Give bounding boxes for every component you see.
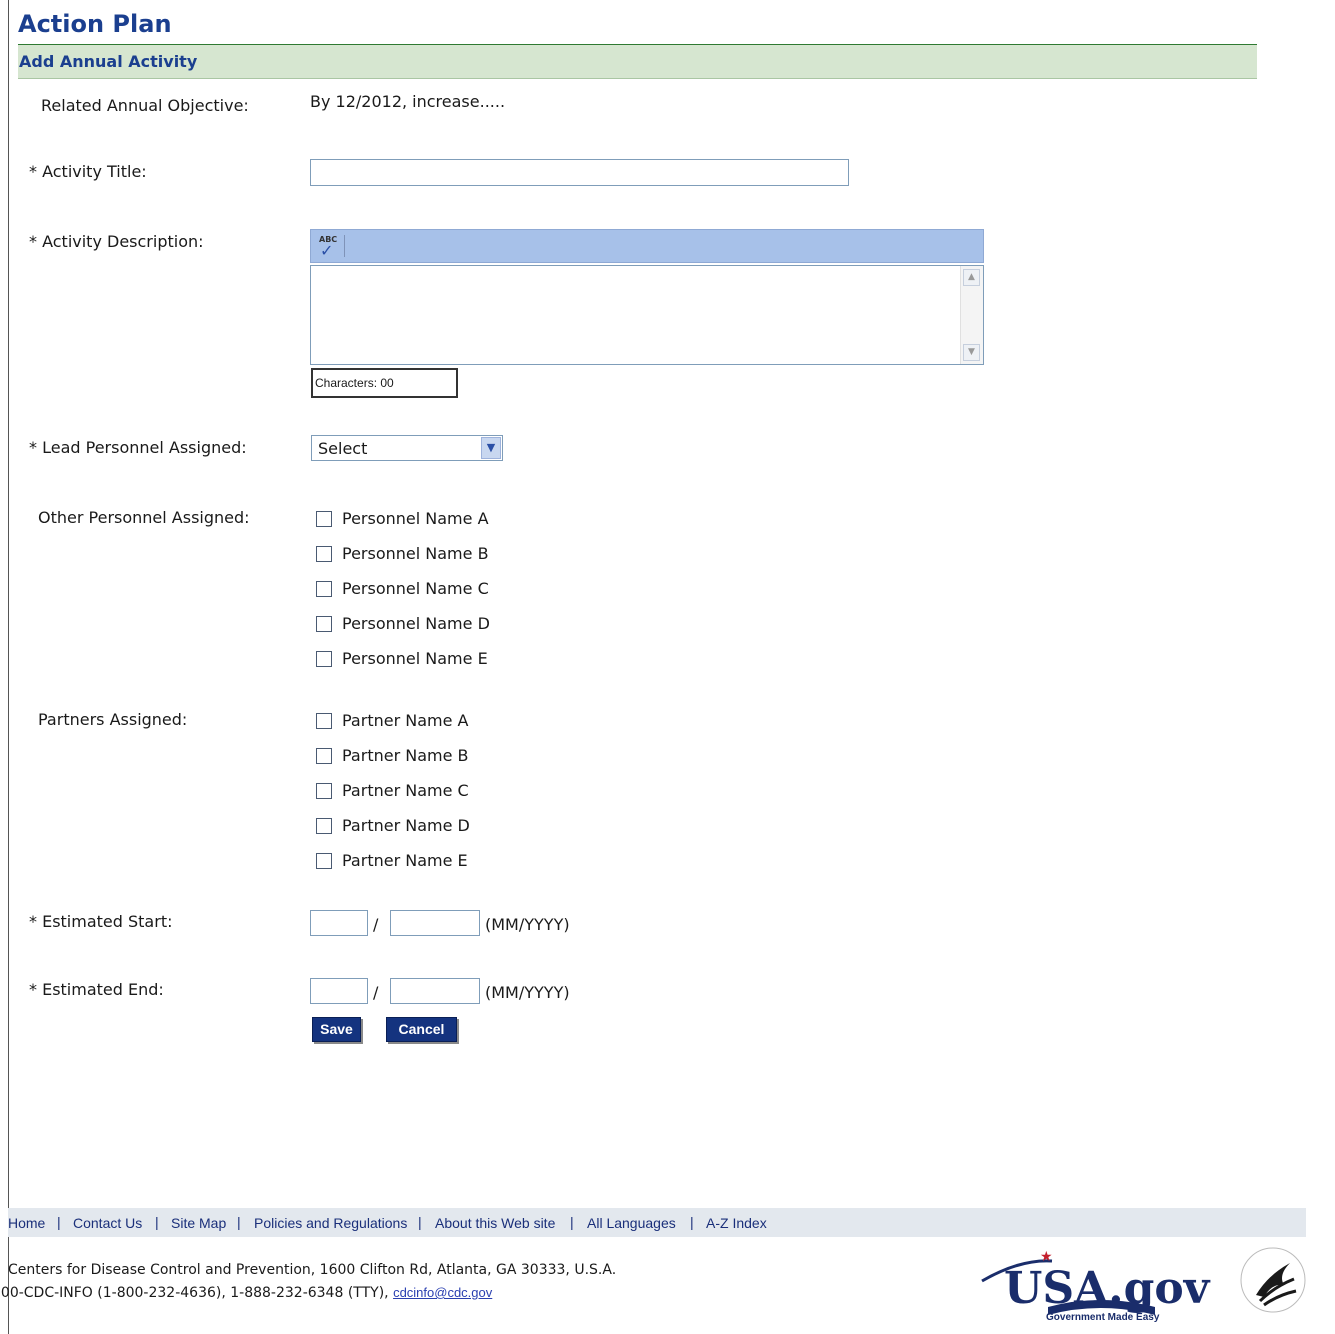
personnel-name: Personnel Name D [342,614,490,633]
activity-title-input[interactable] [310,159,849,186]
hhs-seal-icon[interactable] [1238,1245,1308,1315]
partner-name: Partner Name D [342,816,470,835]
end-month-input[interactable] [310,978,368,1004]
page-title: Action Plan [18,10,172,38]
objective-label: Related Annual Objective: [41,96,249,115]
checkbox[interactable] [316,581,332,597]
activity-description-label: * Activity Description: [29,232,204,251]
start-year-input[interactable] [390,910,480,936]
partner-name: Partner Name C [342,781,469,800]
checkbox[interactable] [316,651,332,667]
scroll-down-icon[interactable]: ▼ [963,344,980,361]
chevron-down-icon[interactable]: ▼ [481,437,501,459]
checkbox[interactable] [316,511,332,527]
checkmark-icon: ✓ [320,241,334,260]
footer-link-about[interactable]: About this Web site [435,1215,555,1231]
estimated-start-label: * Estimated Start: [29,912,173,931]
footer-separator: | [570,1214,574,1230]
objective-value: By 12/2012, increase..... [310,92,506,111]
partners-label: Partners Assigned: [38,710,188,729]
footer-link-site-map[interactable]: Site Map [171,1215,226,1231]
footer-separator: | [418,1214,422,1230]
character-counter: Characters: 00 [311,368,458,398]
save-button[interactable]: Save [312,1017,361,1042]
scroll-up-icon[interactable]: ▲ [963,269,980,286]
checkbox[interactable] [316,748,332,764]
page-frame [8,0,1335,1334]
lead-personnel-label: * Lead Personnel Assigned: [29,438,247,457]
footer-phone: 800-CDC-INFO (1-800-232-4636), 1-888-232… [0,1285,492,1301]
date-separator: / [373,915,379,934]
footer-separator: | [57,1214,61,1230]
footer-link-contact-us[interactable]: Contact Us [73,1215,142,1231]
cancel-button[interactable]: Cancel [386,1017,457,1042]
checkbox[interactable] [316,818,332,834]
footer-link-policies[interactable]: Policies and Regulations [254,1215,407,1231]
rich-text-toolbar: ABC ✓ [310,229,984,263]
lead-personnel-select[interactable]: Select ▼ [311,435,503,461]
vertical-scrollbar[interactable]: ▲ ▼ [960,266,983,364]
end-date-format: (MM/YYYY) [485,983,570,1002]
section-header: Add Annual Activity [18,44,1257,79]
checkbox[interactable] [316,853,332,869]
activity-description-textarea[interactable]: ▲ ▼ [310,265,984,365]
footer-nav: Home | Contact Us | Site Map | Policies … [8,1208,1306,1237]
lead-personnel-selected: Select [318,439,368,458]
footer-phone-text: 800-CDC-INFO (1-800-232-4636), 1-888-232… [0,1285,394,1301]
footer-link-languages[interactable]: All Languages [587,1215,676,1231]
usagov-logo[interactable]: ★ USA.gov Government Made Easy [980,1245,1220,1323]
start-date-format: (MM/YYYY) [485,915,570,934]
partner-name: Partner Name B [342,746,469,765]
footer-link-az-index[interactable]: A-Z Index [706,1215,767,1231]
other-personnel-label: Other Personnel Assigned: [38,508,250,527]
checkbox[interactable] [316,616,332,632]
personnel-name: Personnel Name B [342,544,489,563]
footer-separator: | [690,1214,694,1230]
personnel-name: Personnel Name C [342,579,489,598]
spellcheck-button[interactable]: ABC ✓ [316,235,345,260]
footer-separator: | [155,1214,159,1230]
start-month-input[interactable] [310,910,368,936]
personnel-name: Personnel Name A [342,509,489,528]
footer-email-link[interactable]: cdcinfo@cdc.gov [393,1285,492,1300]
checkbox[interactable] [316,783,332,799]
footer-separator: | [237,1214,241,1230]
checkbox[interactable] [316,546,332,562]
end-year-input[interactable] [390,978,480,1004]
footer-address: Centers for Disease Control and Preventi… [8,1262,617,1278]
checkbox[interactable] [316,713,332,729]
footer-link-home[interactable]: Home [8,1215,45,1231]
date-separator: / [373,983,379,1002]
activity-title-label: * Activity Title: [29,162,147,181]
estimated-end-label: * Estimated End: [29,980,164,999]
section-title: Add Annual Activity [19,52,198,71]
personnel-name: Personnel Name E [342,649,488,668]
partner-name: Partner Name A [342,711,469,730]
partner-name: Partner Name E [342,851,468,870]
usagov-tagline: Government Made Easy [1046,1312,1160,1323]
